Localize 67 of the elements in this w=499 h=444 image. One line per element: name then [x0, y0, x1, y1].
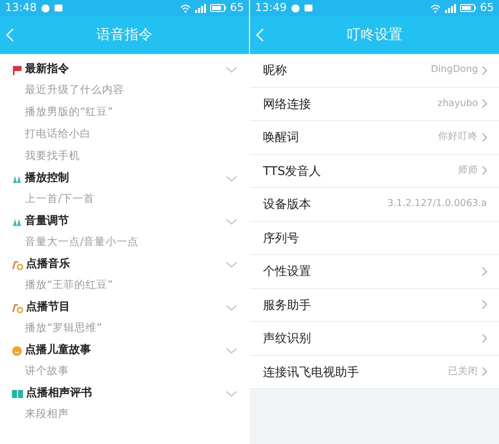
chevron-down-icon[interactable] — [226, 390, 237, 396]
settings-row[interactable]: 连接讯飞电视助手 已关闭 — [250, 356, 499, 389]
music-note-icon — [12, 260, 23, 270]
settings-row[interactable]: TTS发音人 师师 — [250, 154, 499, 188]
setting-label: 网络连接 — [263, 96, 312, 113]
setting-label: 连接讯飞电视助手 — [263, 364, 360, 381]
setting-value: 已关闭 — [448, 364, 478, 379]
battery-icon — [460, 4, 476, 12]
command-example: 音量大一点/音量小一点 — [25, 235, 139, 250]
command-example: 我要找手机 — [25, 149, 80, 164]
category-title: 点播儿童故事 — [25, 342, 92, 358]
command-example: 播放“王菲的红豆” — [25, 278, 113, 294]
settings-row[interactable]: 设备版本 3.1.2.127/1.0.0063.a — [250, 188, 499, 222]
setting-label: 序列号 — [263, 230, 300, 247]
setting-label: 个性设置 — [263, 263, 312, 280]
settings-row[interactable]: 服务助手 — [250, 288, 499, 322]
command-example: 来段相声 — [25, 407, 69, 422]
command-example: 播放男版的“红豆” — [25, 105, 113, 120]
chevron-down-icon[interactable] — [226, 218, 237, 224]
setting-label: TTS发音人 — [263, 162, 322, 180]
settings-row[interactable]: 网络连接 zhayubo — [250, 88, 499, 121]
setting-label: 服务助手 — [263, 296, 312, 314]
command-example: 上一首/下一首 — [25, 192, 95, 208]
book-icon — [12, 390, 23, 398]
category-title: 播放控制 — [25, 170, 70, 186]
settings-row[interactable]: 唤醒词 你好叮咚 — [250, 121, 499, 154]
setting-label: 唤醒词 — [263, 129, 300, 146]
status-time: 13:48 — [5, 0, 37, 16]
setting-value: 3.1.2.127/1.0.0063.a — [387, 197, 487, 212]
command-example: 打电话给小白 — [25, 127, 91, 142]
setting-label: 设备版本 — [263, 196, 312, 214]
chevron-down-icon[interactable] — [226, 262, 237, 268]
category-title: 点播相声评书 — [26, 385, 93, 402]
category-title: 最新指令 — [25, 61, 70, 78]
chevron-down-icon[interactable] — [226, 304, 237, 310]
category-title: 点播节目 — [26, 299, 71, 316]
category-title: 音量调节 — [25, 213, 70, 230]
chevron-down-icon[interactable] — [226, 176, 237, 182]
command-example: 播放“罗辑思维” — [25, 321, 102, 336]
setting-value: 你好叮咚 — [438, 130, 478, 144]
chevron-down-icon[interactable] — [226, 66, 237, 72]
screen-title: 语音指令 — [96, 26, 152, 44]
command-example: 讲个故事 — [25, 364, 69, 380]
settings-row[interactable]: 声纹识别 — [250, 322, 499, 356]
setting-value: DingDong — [430, 63, 478, 78]
setting-label: 昵称 — [263, 62, 288, 80]
smiley-icon — [12, 346, 22, 356]
setting-label: 声纹识别 — [263, 330, 312, 348]
settings-row[interactable]: 昵称 DingDong — [250, 54, 499, 88]
wifi-icon — [180, 4, 191, 12]
command-example: 最近升级了什么内容 — [25, 83, 124, 98]
setting-value: 师师 — [458, 164, 478, 178]
flag-icon — [12, 64, 22, 74]
settings-row[interactable]: 序列号 — [250, 222, 499, 255]
battery-icon — [210, 4, 226, 12]
battery-level: 65 — [480, 0, 494, 16]
signal-icon — [195, 4, 206, 12]
music-note-icon — [12, 302, 23, 312]
battery-level: 65 — [230, 0, 244, 16]
setting-value: zhayubo — [438, 96, 478, 111]
category-title: 点播音乐 — [26, 256, 71, 272]
chevron-down-icon[interactable] — [226, 348, 237, 354]
settings-row[interactable]: 个性设置 — [250, 255, 499, 288]
screen-title: 叮咚设置 — [346, 26, 402, 44]
signal-icon — [445, 4, 456, 12]
wifi-icon — [430, 4, 441, 12]
status-time: 13:49 — [255, 0, 287, 16]
